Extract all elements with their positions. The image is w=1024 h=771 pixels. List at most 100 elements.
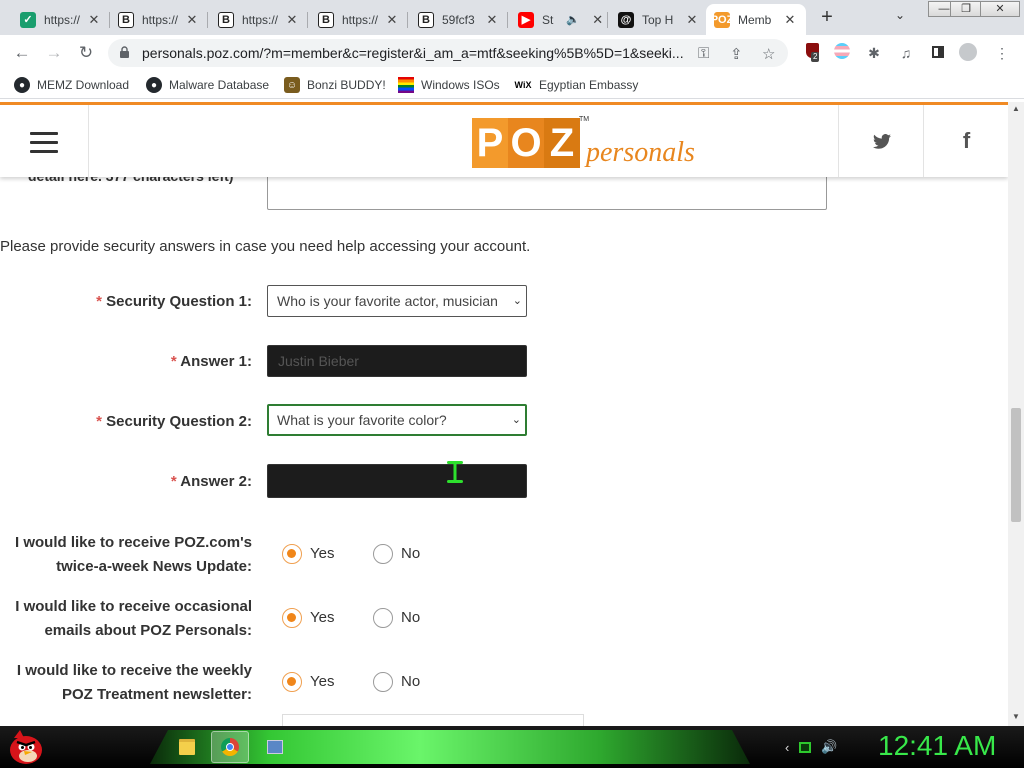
browser-tab[interactable]: B https:// ✕ <box>310 4 408 35</box>
pride-flag-icon[interactable] <box>832 43 852 63</box>
news-update-pref-label: I would like to receive POZ.com's twice-… <box>15 534 252 575</box>
bookmark-bonzi-buddy[interactable]: ☺ Bonzi BUDDY! <box>284 76 386 94</box>
close-tab-icon[interactable]: ✕ <box>782 12 798 28</box>
scrollbar-thumb[interactable] <box>1011 408 1021 522</box>
wix-icon: WiX <box>514 80 532 90</box>
hamburger-menu-icon[interactable] <box>0 105 89 177</box>
tab-strip: ✓ https:// ✕ B https:// ✕ B https:// ✕ B… <box>0 0 1024 35</box>
answer-1-label: * Answer 1: <box>170 353 252 370</box>
bookmark-egyptian-embassy[interactable]: WiX Egyptian Embassy <box>514 76 639 94</box>
b-icon: B <box>318 11 334 28</box>
lock-icon[interactable] <box>120 46 129 58</box>
file-explorer-icon[interactable] <box>168 731 206 763</box>
security-question-1-select[interactable]: Who is your favorite actor, musician ⌄ <box>267 285 527 317</box>
chevron-down-icon: ⌄ <box>509 286 522 316</box>
b-icon: B <box>118 11 134 28</box>
scroll-down-arrow-icon[interactable]: ▼ <box>1012 712 1020 721</box>
close-tab-icon[interactable]: ✕ <box>284 12 300 28</box>
radio-label-no: No <box>401 545 421 562</box>
github-icon: ● <box>146 77 162 93</box>
radio-label-no: No <box>401 673 421 690</box>
answer-2-label: * Answer 2: <box>170 473 252 490</box>
logo-poz-letters: P O Z <box>472 118 580 168</box>
personals-emails-no-radio[interactable] <box>373 608 393 628</box>
profile-avatar-icon[interactable] <box>958 43 978 63</box>
treatment-newsletter-pref-label: I would like to receive the weekly POZ T… <box>16 662 252 703</box>
back-arrow-icon[interactable]: ← <box>12 43 32 63</box>
chrome-icon[interactable] <box>211 731 249 763</box>
tab-search-chevron-icon[interactable]: ⌄ <box>895 8 905 22</box>
media-queue-icon[interactable]: ♫ <box>896 43 916 63</box>
green-app-icon: ✓ <box>20 11 36 28</box>
close-tab-icon[interactable]: ✕ <box>684 12 700 28</box>
system-app-icon[interactable] <box>256 731 294 763</box>
restore-button[interactable]: ❐ <box>950 1 982 17</box>
system-tray: ‹ 🔊 <box>785 732 838 762</box>
twitter-icon[interactable] <box>838 105 924 177</box>
poz-personals-logo[interactable]: P O Z TM personals <box>472 116 695 168</box>
github-icon: ● <box>14 77 30 93</box>
bonzi-icon: ☺ <box>284 77 300 93</box>
browser-tab[interactable]: B https:// ✕ <box>210 4 308 35</box>
ublock-icon[interactable]: 2 <box>802 43 822 63</box>
start-button-angry-bird-icon[interactable] <box>6 728 46 766</box>
extensions-puzzle-icon[interactable]: ✱ <box>864 43 884 63</box>
facebook-icon[interactable]: f <box>923 105 1008 177</box>
volume-icon[interactable]: 🔊 <box>821 739 837 755</box>
b-icon: B <box>218 11 234 28</box>
close-tab-icon[interactable]: ✕ <box>484 12 500 28</box>
show-hidden-icons-icon[interactable]: ‹ <box>785 740 789 755</box>
bookmark-windows-isos[interactable]: Windows ISOs <box>398 76 500 94</box>
security-question-2-select[interactable]: What is your favorite color? ⌄ <box>267 404 527 436</box>
personals-emails-yes-radio[interactable] <box>282 608 302 628</box>
rainbow-icon <box>398 77 414 93</box>
close-tab-icon[interactable]: ✕ <box>384 12 400 28</box>
answer-1-field[interactable]: Justin Bieber <box>267 345 527 377</box>
text-cursor-icon <box>444 460 466 486</box>
kebab-menu-icon[interactable]: ⋮ <box>992 43 1012 63</box>
key-icon[interactable]: ⚿ <box>698 45 709 62</box>
radio-label-yes: Yes <box>310 673 335 690</box>
browser-tab[interactable]: ✓ https:// ✕ <box>12 4 110 35</box>
answer-2-field[interactable] <box>267 464 527 498</box>
treatment-newsletter-yes-radio[interactable] <box>282 672 302 692</box>
bookmarks-bar: ● MEMZ Download ● Malware Database ☺ Bon… <box>0 71 1024 99</box>
side-panel-icon[interactable] <box>928 43 948 63</box>
b-icon: B <box>418 11 434 28</box>
web-page: P O Z TM personals f detail here. 377 ch… <box>0 102 1008 726</box>
scroll-up-arrow-icon[interactable]: ▲ <box>1012 104 1020 113</box>
radio-label-yes: Yes <box>310 545 335 562</box>
browser-tab[interactable]: B 59fcf3 ✕ <box>410 4 508 35</box>
next-section-box <box>282 714 584 726</box>
browser-toolbar: ← → ↻ personals.poz.com/?m=member&c=regi… <box>0 35 1024 71</box>
radio-label-yes: Yes <box>310 609 335 626</box>
browser-tab-active[interactable]: POZ Memb ✕ <box>706 4 806 35</box>
forward-arrow-icon[interactable]: → <box>44 43 64 63</box>
browser-tab[interactable]: ▶ St 🔈 ✕ <box>510 4 608 35</box>
network-icon[interactable] <box>799 741 812 753</box>
page-scrollbar[interactable]: ▲ ▼ <box>1008 102 1024 726</box>
bookmark-memz-download[interactable]: ● MEMZ Download <box>14 76 129 94</box>
close-window-button[interactable]: ✕ <box>980 1 1020 17</box>
chevron-down-icon: ⌄ <box>508 406 521 434</box>
close-tab-icon[interactable]: ✕ <box>590 12 606 28</box>
taskbar-clock[interactable]: 12:41 AM <box>878 730 996 762</box>
new-tab-button[interactable]: + <box>814 6 840 30</box>
browser-tab[interactable]: @ Top H ✕ <box>610 4 708 35</box>
poz-personals-emails-pref-label: I would like to receive occasional email… <box>15 598 252 639</box>
browser-tab[interactable]: B https:// ✕ <box>110 4 208 35</box>
security-question-2-label: * Security Question 2: <box>96 413 252 430</box>
close-tab-icon[interactable]: ✕ <box>184 12 200 28</box>
close-tab-icon[interactable]: ✕ <box>86 12 102 28</box>
share-icon[interactable]: ⇪ <box>730 45 743 63</box>
news-update-no-radio[interactable] <box>373 544 393 564</box>
security-intro-text: Please provide security answers in case … <box>0 238 531 255</box>
threads-icon: @ <box>618 11 634 28</box>
news-update-yes-radio[interactable] <box>282 544 302 564</box>
treatment-newsletter-no-radio[interactable] <box>373 672 393 692</box>
bookmark-star-icon[interactable]: ☆ <box>762 45 775 63</box>
reload-icon[interactable]: ↻ <box>76 43 96 63</box>
audio-playing-icon[interactable]: 🔈 <box>566 13 580 26</box>
bookmark-malware-database[interactable]: ● Malware Database <box>146 76 269 94</box>
address-bar[interactable]: personals.poz.com/?m=member&c=register&i… <box>108 39 788 67</box>
